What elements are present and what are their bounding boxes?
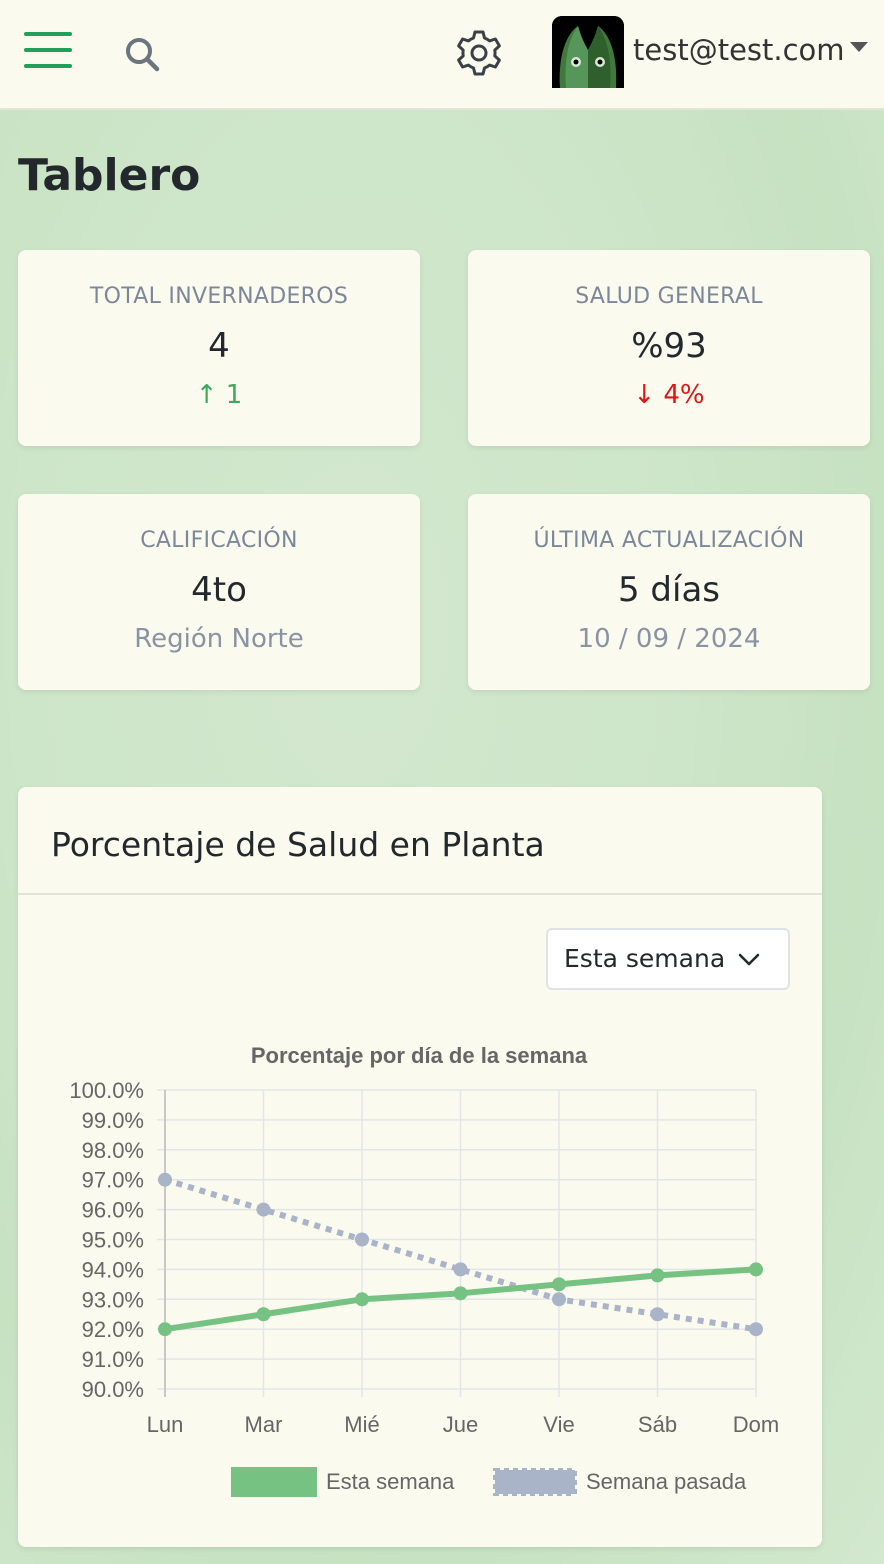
legend-swatch — [493, 1468, 577, 1496]
stat-value: 5 días — [617, 570, 721, 610]
data-point — [256, 1307, 271, 1322]
data-point — [158, 1172, 172, 1187]
stat-sub: 10 / 09 / 2024 — [577, 624, 761, 654]
y-tick-label: 96.0% — [82, 1198, 144, 1223]
data-point — [650, 1307, 665, 1322]
y-tick-label: 100.0% — [69, 1078, 144, 1103]
page-title: Tablero — [18, 150, 201, 201]
menu-icon[interactable] — [24, 32, 72, 70]
legend-label: Semana pasada — [586, 1469, 747, 1494]
y-tick-label: 98.0% — [82, 1138, 144, 1163]
data-point — [453, 1262, 468, 1277]
gear-icon[interactable] — [454, 28, 504, 78]
data-point — [749, 1322, 763, 1337]
data-point — [355, 1232, 369, 1247]
stat-label: CALIFICACIÓN — [140, 528, 298, 553]
stat-trend: ↓ 4% — [633, 380, 705, 410]
y-tick-label: 99.0% — [82, 1108, 144, 1133]
legend-swatch — [231, 1467, 317, 1497]
data-point — [749, 1262, 763, 1277]
line-chart: Porcentaje por día de la semana 100.0% 99.… — [69, 1043, 779, 1497]
x-tick-label: Mar — [245, 1412, 283, 1437]
y-tick-label: 94.0% — [82, 1257, 144, 1282]
stat-card-overall-health: SALUD GENERAL %93 ↓ 4% — [468, 250, 870, 446]
stat-label: ÚLTIMA ACTUALIZACIÓN — [533, 528, 805, 553]
y-tick-label: 93.0% — [82, 1287, 144, 1312]
stat-card-last-update: ÚLTIMA ACTUALIZACIÓN 5 días 10 / 09 / 20… — [468, 494, 870, 690]
x-tick-label: Jue — [443, 1412, 478, 1437]
user-menu-caret-icon[interactable] — [850, 42, 868, 52]
stat-sub: Región Norte — [134, 624, 304, 654]
y-tick-label: 92.0% — [82, 1317, 144, 1342]
y-tick-label: 90.0% — [82, 1377, 144, 1402]
data-point — [552, 1277, 566, 1292]
x-tick-label: Sáb — [638, 1412, 677, 1437]
stat-card-total-greenhouses: TOTAL INVERNADEROS 4 ↑ 1 — [18, 250, 420, 446]
user-email[interactable]: test@test.com — [633, 28, 845, 72]
stat-trend: ↑ 1 — [195, 380, 243, 410]
y-tick-label: 95.0% — [82, 1228, 144, 1253]
stat-card-rating: CALIFICACIÓN 4to Región Norte — [18, 494, 420, 690]
data-point — [552, 1292, 566, 1307]
data-point — [453, 1286, 468, 1301]
search-icon[interactable] — [122, 34, 162, 74]
x-tick-label: Mié — [344, 1412, 379, 1437]
legend-label: Esta semana — [326, 1469, 455, 1494]
plant-health-chart-card: Porcentaje de Salud en Planta Esta seman… — [18, 787, 822, 1547]
x-tick-label: Lun — [147, 1412, 184, 1437]
stat-label: TOTAL INVERNADEROS — [89, 284, 349, 309]
data-point — [355, 1292, 369, 1307]
data-point — [256, 1202, 271, 1217]
stat-value: 4to — [191, 570, 247, 610]
data-point — [650, 1268, 665, 1283]
data-point — [158, 1322, 172, 1337]
stat-label: SALUD GENERAL — [575, 284, 763, 309]
chart-title: Porcentaje por día de la semana — [251, 1043, 588, 1068]
stat-value: 4 — [208, 326, 230, 366]
y-tick-label: 91.0% — [82, 1347, 144, 1372]
avatar[interactable] — [552, 16, 624, 88]
top-navbar: test@test.com — [0, 0, 884, 110]
stat-value: %93 — [631, 326, 707, 366]
y-tick-label: 97.0% — [82, 1168, 144, 1193]
x-tick-label: Dom — [733, 1412, 779, 1437]
x-tick-label: Vie — [543, 1412, 574, 1437]
